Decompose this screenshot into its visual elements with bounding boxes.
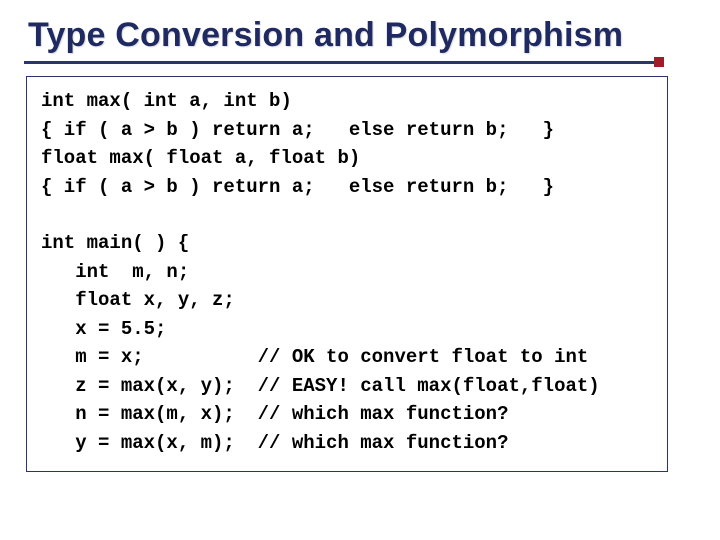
slide-title: Type Conversion and Polymorphism bbox=[28, 16, 694, 55]
title-underline bbox=[24, 61, 664, 64]
code-box: int max( int a, int b) { if ( a > b ) re… bbox=[26, 76, 668, 472]
slide-container: Type Conversion and Polymorphism int max… bbox=[0, 0, 720, 540]
code-block-2: int main( ) { int m, n; float x, y, z; x… bbox=[41, 229, 653, 457]
code-block-1: int max( int a, int b) { if ( a > b ) re… bbox=[41, 87, 653, 201]
